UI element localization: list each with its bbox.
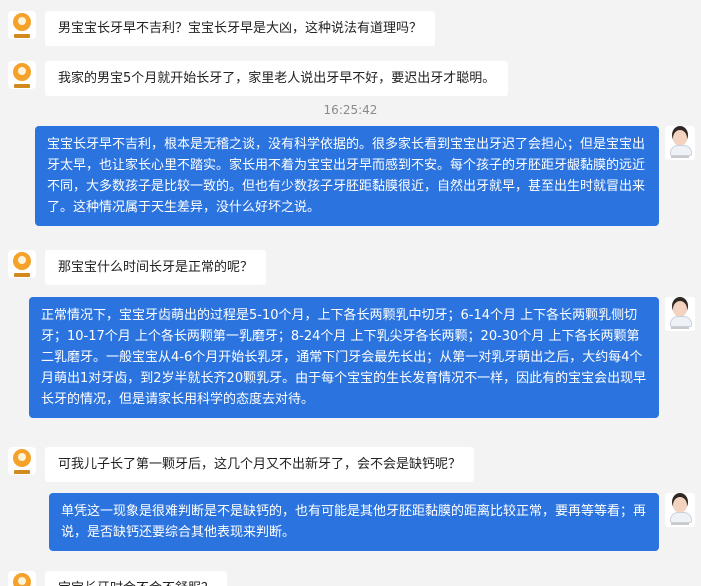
message-row: 可我儿子长了第一颗牙后，这几个月又不出新牙了，会不会是缺钙呢？ (0, 444, 701, 482)
user-avatar-icon[interactable] (8, 11, 36, 39)
doctor-message-bubble: 单凭这一现象是很难判断是不是缺钙的，也有可能是其他牙胚距黏膜的距离比较正常，要再… (49, 493, 659, 551)
doctor-avatar-icon[interactable] (665, 126, 695, 160)
message-row: 男宝宝长牙早不吉利？宝宝长牙早是大凶，这种说法有道理吗？ (0, 8, 701, 46)
user-message-bubble: 那宝宝什么时间长牙是正常的呢？ (45, 250, 267, 285)
message-row: 我家的男宝5个月就开始长牙了，家里老人说出牙早不好，要迟出牙才聪明。 (0, 58, 701, 96)
user-avatar-icon[interactable] (8, 61, 36, 89)
message-row: 单凭这一现象是很难判断是不是缺钙的，也有可能是其他牙胚距黏膜的距离比较正常，要再… (0, 493, 701, 557)
message-timestamp: 16:25:42 (323, 103, 378, 117)
user-message-bubble: 宝宝长牙时会不会不舒服？ (45, 571, 228, 586)
user-avatar-icon[interactable] (8, 250, 36, 278)
user-message-bubble: 可我儿子长了第一颗牙后，这几个月又不出新牙了，会不会是缺钙呢？ (45, 447, 475, 482)
doctor-message-bubble: 宝宝长牙早不吉利，根本是无稽之谈，没有科学依据的。很多家长看到宝宝出牙迟了会担心… (35, 126, 659, 226)
user-message-bubble: 我家的男宝5个月就开始长牙了，家里老人说出牙早不好，要迟出牙才聪明。 (45, 61, 509, 96)
doctor-avatar-icon[interactable] (665, 297, 695, 331)
user-avatar-icon[interactable] (8, 571, 36, 586)
message-row: 宝宝长牙时会不会不舒服？ (0, 568, 701, 586)
user-avatar-icon[interactable] (8, 447, 36, 475)
doctor-avatar-icon[interactable] (665, 493, 695, 527)
message-row: 正常情况下，宝宝牙齿萌出的过程是5-10个月，上下各长两颗乳中切牙；6-14个月… (0, 297, 701, 431)
chat-window: 男宝宝长牙早不吉利？宝宝长牙早是大凶，这种说法有道理吗？ 我家的男宝5个月就开始… (0, 0, 701, 586)
message-row: 宝宝长牙早不吉利，根本是无稽之谈，没有科学依据的。很多家长看到宝宝出牙迟了会担心… (0, 126, 701, 236)
message-row: 那宝宝什么时间长牙是正常的呢？ (0, 247, 701, 285)
user-message-bubble: 男宝宝长牙早不吉利？宝宝长牙早是大凶，这种说法有道理吗？ (45, 11, 436, 46)
doctor-message-bubble: 正常情况下，宝宝牙齿萌出的过程是5-10个月，上下各长两颗乳中切牙；6-14个月… (29, 297, 659, 418)
